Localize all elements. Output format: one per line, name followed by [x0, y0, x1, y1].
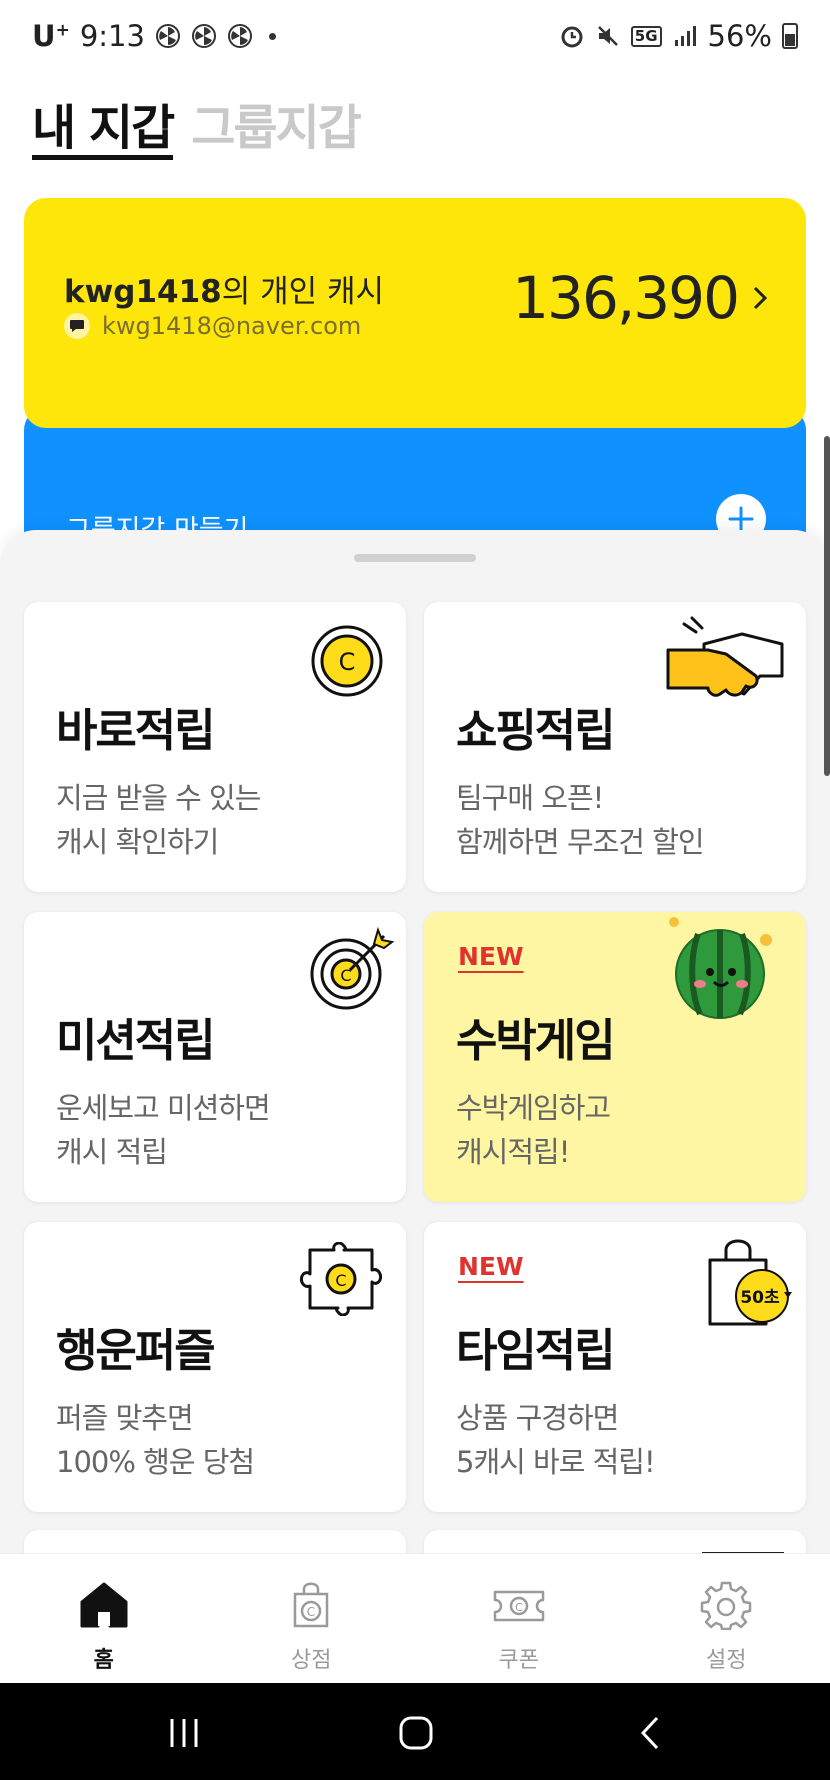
tile-lucky-puzzle[interactable]: C 행운퍼즐 퍼즐 맞추면 100% 행운 당첨 [24, 1222, 406, 1512]
carrier-label: U+ [32, 19, 70, 53]
coin-icon: C [311, 625, 383, 697]
cash-amount-link[interactable]: 136,390 [512, 264, 768, 332]
tile-title: 쇼핑적립 [456, 704, 616, 757]
watermelon-icon [669, 917, 772, 1019]
tile-description: 퍼즐 맞추면 100% 행운 당첨 [56, 1401, 255, 1479]
home-icon [80, 1582, 128, 1628]
nav-coupon[interactable]: C 쿠폰 [415, 1554, 623, 1683]
tile-description: 지금 받을 수 있는 캐시 확인하기 [56, 781, 261, 859]
alarm-icon [561, 26, 583, 48]
system-nav-bar [0, 1683, 830, 1780]
nav-settings[interactable]: 설정 [623, 1554, 830, 1683]
tile-mission-reward[interactable]: C 미션적립 운세보고 미션하면 캐시 적립 [24, 912, 406, 1202]
speech-bubble-icon [64, 313, 90, 339]
home-system-button[interactable] [396, 1713, 436, 1753]
plus-icon [728, 506, 754, 532]
svg-text:50초: 50초 [740, 1288, 780, 1308]
back-button[interactable] [630, 1713, 670, 1753]
wallet-tabs: 내 지갑 그룹지갑 [32, 96, 362, 166]
recent-apps-icon [170, 1719, 198, 1747]
battery-icon [782, 23, 798, 49]
tile-description: 팀구매 오픈! 함께하면 무조건 할인 [456, 781, 705, 859]
notification-dot [268, 32, 276, 40]
fan-icon [227, 24, 252, 48]
new-badge: NEW [458, 942, 524, 971]
nav-label: 설정 [706, 1648, 747, 1673]
handshake-icon [666, 616, 784, 697]
recent-apps-button[interactable] [164, 1713, 204, 1753]
tile-watermelon-game[interactable]: NEW 수박게임 수박게임하고 캐시적립! [424, 912, 806, 1202]
tile-instant-reward[interactable]: C 바로적립 지금 받을 수 있는 캐시 확인하기 [24, 602, 406, 892]
mute-icon [597, 26, 618, 46]
feature-sheet: C 바로적립 지금 받을 수 있는 캐시 확인하기 쇼핑적립 팀구매 오픈! 함… [0, 530, 830, 1570]
tile-title: 행운퍼즐 [56, 1324, 216, 1377]
cash-email: kwg1418@naver.com [102, 312, 362, 340]
tile-title: 수박게임 [456, 1014, 616, 1067]
nav-label: 쿠폰 [498, 1648, 539, 1673]
svg-text:C: C [515, 1601, 523, 1614]
cash-email-row: kwg1418@naver.com [64, 312, 361, 340]
svg-text:C: C [307, 1605, 315, 1619]
status-left: U+ 9:13 [32, 18, 276, 54]
signal-icon [674, 26, 696, 46]
tile-title: 타임적립 [456, 1324, 616, 1377]
scroll-indicator[interactable] [824, 436, 830, 776]
tile-shopping-reward[interactable]: 쇼핑적립 팀구매 오픈! 함께하면 무조건 할인 [424, 602, 806, 892]
tile-description: 상품 구경하면 5캐시 바로 적립! [456, 1401, 656, 1479]
chevron-right-icon [753, 286, 768, 310]
puzzle-icon: C [300, 1242, 382, 1316]
nav-label: 홈 [93, 1648, 114, 1673]
coupon-icon: C [493, 1590, 544, 1622]
tab-my-wallet[interactable]: 내 지갑 [32, 96, 175, 160]
tab-group-wallet[interactable]: 그룹지갑 [191, 96, 362, 160]
sheet-drag-handle[interactable] [354, 554, 476, 562]
clock: 9:13 [79, 19, 145, 53]
tile-description: 운세보고 미션하면 캐시 적립 [56, 1091, 271, 1169]
tile-title: 미션적립 [56, 1014, 216, 1067]
status-bar: U+ 9:13 5G 56% [0, 0, 830, 72]
network-label: 5G [630, 25, 662, 47]
cash-amount: 136,390 [512, 264, 740, 332]
nav-home[interactable]: 홈 [0, 1554, 208, 1683]
svg-text:C: C [339, 648, 356, 676]
bottom-nav: 홈 C 상점 C 쿠폰 설정 [0, 1553, 830, 1683]
store-icon: C [294, 1582, 329, 1628]
nav-store[interactable]: C 상점 [208, 1554, 416, 1683]
personal-cash-card[interactable]: kwg1418의 개인 캐시 kwg1418@naver.com 136,390 [24, 198, 806, 428]
cash-owner-label: kwg1418의 개인 캐시 [64, 274, 385, 310]
fan-icon [155, 24, 180, 48]
back-arrow-icon [640, 1716, 659, 1750]
target-icon: C [310, 926, 394, 1010]
nav-label: 상점 [291, 1648, 332, 1673]
home-circle-icon [399, 1716, 433, 1750]
new-badge: NEW [458, 1252, 524, 1281]
tile-description: 수박게임하고 캐시적립! [456, 1091, 611, 1169]
settings-icon [701, 1581, 752, 1630]
status-right: 5G 56% [559, 18, 798, 54]
tile-title: 바로적립 [56, 704, 216, 757]
svg-text:C: C [335, 1271, 346, 1290]
tile-time-reward[interactable]: NEW 50초 타임적립 상품 구경하면 5캐시 바로 적립! [424, 1222, 806, 1512]
shopping-bag-timer-icon: 50초 [708, 1239, 792, 1326]
fan-icon [191, 24, 216, 48]
battery-percent: 56% [707, 19, 772, 53]
